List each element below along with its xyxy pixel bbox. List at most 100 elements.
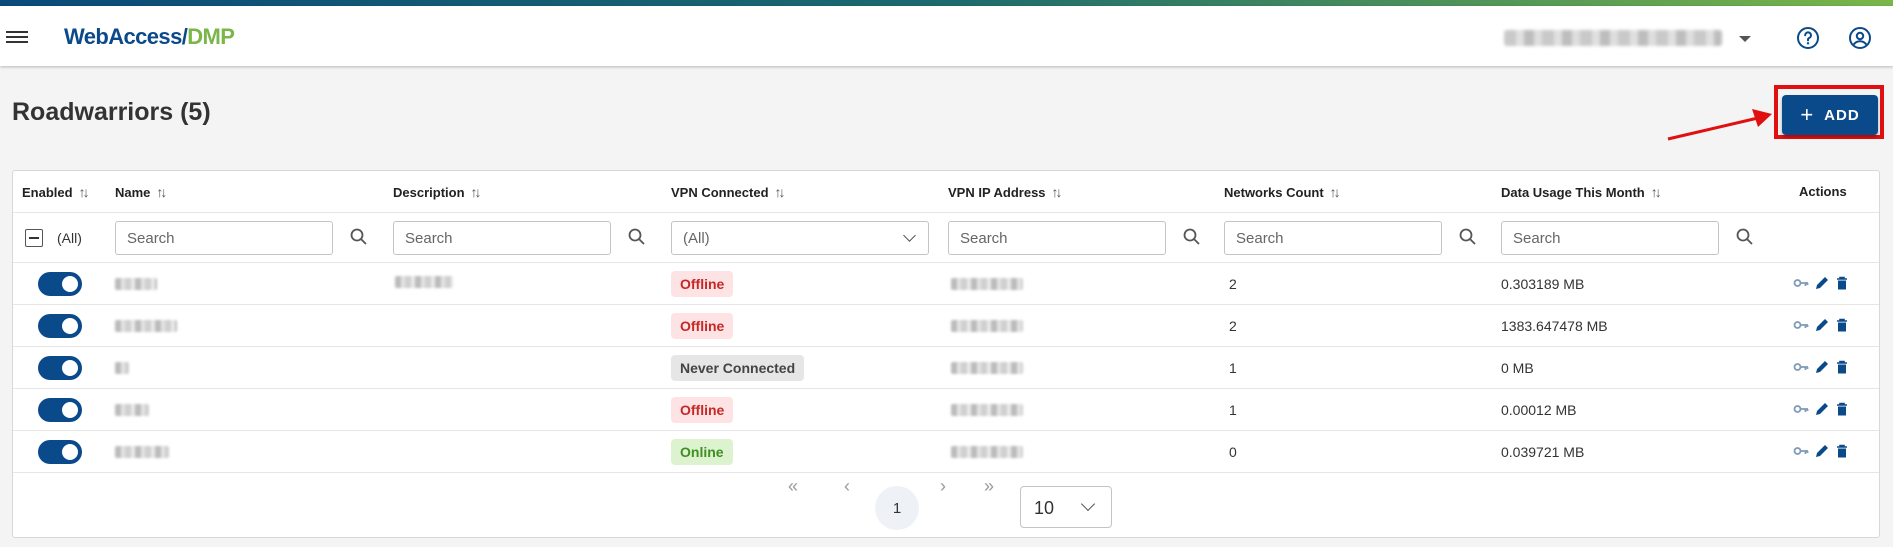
page-title: Roadwarriors (5) bbox=[12, 98, 211, 126]
networks-count: 2 bbox=[1229, 276, 1237, 292]
key-icon[interactable] bbox=[1793, 317, 1809, 333]
page-number-current[interactable]: 1 bbox=[875, 486, 919, 530]
vpn-connected-select[interactable]: (All) bbox=[671, 221, 929, 255]
key-icon[interactable] bbox=[1793, 275, 1809, 291]
sort-icon[interactable]: ↑↓ bbox=[1651, 184, 1662, 200]
prev-page-button[interactable]: ‹ bbox=[844, 476, 850, 497]
sort-icon[interactable]: ↑↓ bbox=[775, 184, 786, 200]
plus-icon: + bbox=[1800, 102, 1815, 127]
table-row[interactable]: Offline 2 1383.647478 MB bbox=[13, 304, 1879, 347]
networks-count: 1 bbox=[1229, 402, 1237, 418]
key-icon[interactable] bbox=[1793, 401, 1809, 417]
enabled-toggle[interactable] bbox=[38, 356, 82, 380]
first-page-button[interactable]: « bbox=[788, 476, 798, 497]
account-icon[interactable] bbox=[1848, 26, 1872, 50]
search-icon[interactable] bbox=[1735, 227, 1755, 247]
description-redacted bbox=[395, 276, 453, 288]
delete-icon[interactable] bbox=[1834, 359, 1850, 375]
key-icon[interactable] bbox=[1793, 359, 1809, 375]
networks-count: 0 bbox=[1229, 444, 1237, 460]
status-badge: Offline bbox=[671, 397, 734, 423]
chevron-down-icon bbox=[1080, 496, 1096, 512]
networks-count: 1 bbox=[1229, 360, 1237, 376]
app-header: WebAccess/DMP bbox=[0, 6, 1893, 66]
name-redacted bbox=[115, 362, 129, 374]
column-header-networks-count[interactable]: Networks Count ↑↓ bbox=[1224, 184, 1341, 200]
data-usage: 0.303189 MB bbox=[1501, 276, 1585, 292]
enabled-toggle[interactable] bbox=[38, 398, 82, 422]
delete-icon[interactable] bbox=[1834, 275, 1850, 291]
vpn-ip-search-input[interactable] bbox=[948, 221, 1166, 255]
annotation-arrow-icon bbox=[1667, 109, 1772, 141]
page-size-select[interactable]: 10 bbox=[1020, 486, 1112, 528]
menu-icon[interactable] bbox=[6, 28, 28, 46]
column-header-vpn-connected[interactable]: VPN Connected ↑↓ bbox=[671, 184, 786, 200]
table-bottom-divider bbox=[13, 472, 1879, 473]
table-row[interactable]: Online 0 0.039721 MB bbox=[13, 430, 1879, 473]
status-badge: Never Connected bbox=[671, 355, 805, 381]
search-icon[interactable] bbox=[1182, 227, 1202, 247]
roadwarriors-table: Enabled ↑↓ Name ↑↓ Description ↑↓ VPN Conne… bbox=[12, 170, 1880, 538]
add-button[interactable]: + ADD bbox=[1782, 95, 1878, 135]
vpn-ip-redacted bbox=[951, 362, 1023, 374]
data-usage: 0.00012 MB bbox=[1501, 402, 1577, 418]
table-row[interactable]: Never Connected 1 0 MB bbox=[13, 346, 1879, 389]
name-redacted bbox=[115, 404, 149, 416]
data-usage: 1383.647478 MB bbox=[1501, 318, 1608, 334]
header-divider bbox=[13, 212, 1879, 213]
name-redacted bbox=[115, 320, 177, 332]
delete-icon[interactable] bbox=[1834, 401, 1850, 417]
status-badge: Online bbox=[671, 439, 733, 465]
column-header-vpn-ip[interactable]: VPN IP Address ↑↓ bbox=[948, 184, 1063, 200]
enabled-filter-checkbox[interactable] bbox=[25, 229, 43, 247]
user-name-redacted[interactable] bbox=[1504, 30, 1722, 46]
search-icon[interactable] bbox=[627, 227, 647, 247]
column-header-actions: Actions bbox=[1799, 184, 1847, 199]
enabled-toggle[interactable] bbox=[38, 314, 82, 338]
key-icon[interactable] bbox=[1793, 443, 1809, 459]
edit-icon[interactable] bbox=[1814, 359, 1830, 375]
user-menu-caret-icon[interactable] bbox=[1739, 36, 1751, 42]
vpn-ip-redacted bbox=[951, 404, 1023, 416]
enabled-filter-label: (All) bbox=[57, 230, 82, 246]
data-usage: 0 MB bbox=[1501, 360, 1534, 376]
search-icon[interactable] bbox=[349, 227, 369, 247]
sort-icon[interactable]: ↑↓ bbox=[1330, 184, 1341, 200]
sort-icon[interactable]: ↑↓ bbox=[1052, 184, 1063, 200]
table-row[interactable]: Offline 1 0.00012 MB bbox=[13, 388, 1879, 431]
column-header-enabled[interactable]: Enabled ↑↓ bbox=[22, 184, 90, 200]
app-logo[interactable]: WebAccess/DMP bbox=[64, 24, 235, 50]
status-badge: Offline bbox=[671, 271, 734, 297]
sort-icon[interactable]: ↑↓ bbox=[156, 184, 167, 200]
column-header-data-usage[interactable]: Data Usage This Month ↑↓ bbox=[1501, 184, 1662, 200]
vpn-ip-redacted bbox=[951, 278, 1023, 290]
column-header-description[interactable]: Description ↑↓ bbox=[393, 184, 482, 200]
delete-icon[interactable] bbox=[1834, 317, 1850, 333]
networks-count-search-input[interactable] bbox=[1224, 221, 1442, 255]
sort-icon[interactable]: ↑↓ bbox=[471, 184, 482, 200]
vpn-ip-redacted bbox=[951, 320, 1023, 332]
chevron-down-icon bbox=[903, 229, 916, 242]
search-icon[interactable] bbox=[1458, 227, 1478, 247]
edit-icon[interactable] bbox=[1814, 275, 1830, 291]
table-row[interactable]: Offline 2 0.303189 MB bbox=[13, 262, 1879, 305]
name-redacted bbox=[115, 278, 157, 290]
delete-icon[interactable] bbox=[1834, 443, 1850, 459]
help-icon[interactable] bbox=[1796, 26, 1820, 50]
data-usage-search-input[interactable] bbox=[1501, 221, 1719, 255]
description-search-input[interactable] bbox=[393, 221, 611, 255]
column-header-name[interactable]: Name ↑↓ bbox=[115, 184, 167, 200]
edit-icon[interactable] bbox=[1814, 317, 1830, 333]
name-redacted bbox=[115, 446, 169, 458]
last-page-button[interactable]: » bbox=[984, 476, 994, 497]
edit-icon[interactable] bbox=[1814, 401, 1830, 417]
data-usage: 0.039721 MB bbox=[1501, 444, 1585, 460]
networks-count: 2 bbox=[1229, 318, 1237, 334]
edit-icon[interactable] bbox=[1814, 443, 1830, 459]
name-search-input[interactable] bbox=[115, 221, 333, 255]
enabled-toggle[interactable] bbox=[38, 440, 82, 464]
sort-icon[interactable]: ↑↓ bbox=[79, 184, 90, 200]
vpn-ip-redacted bbox=[951, 446, 1023, 458]
enabled-toggle[interactable] bbox=[38, 272, 82, 296]
next-page-button[interactable]: › bbox=[940, 476, 946, 497]
